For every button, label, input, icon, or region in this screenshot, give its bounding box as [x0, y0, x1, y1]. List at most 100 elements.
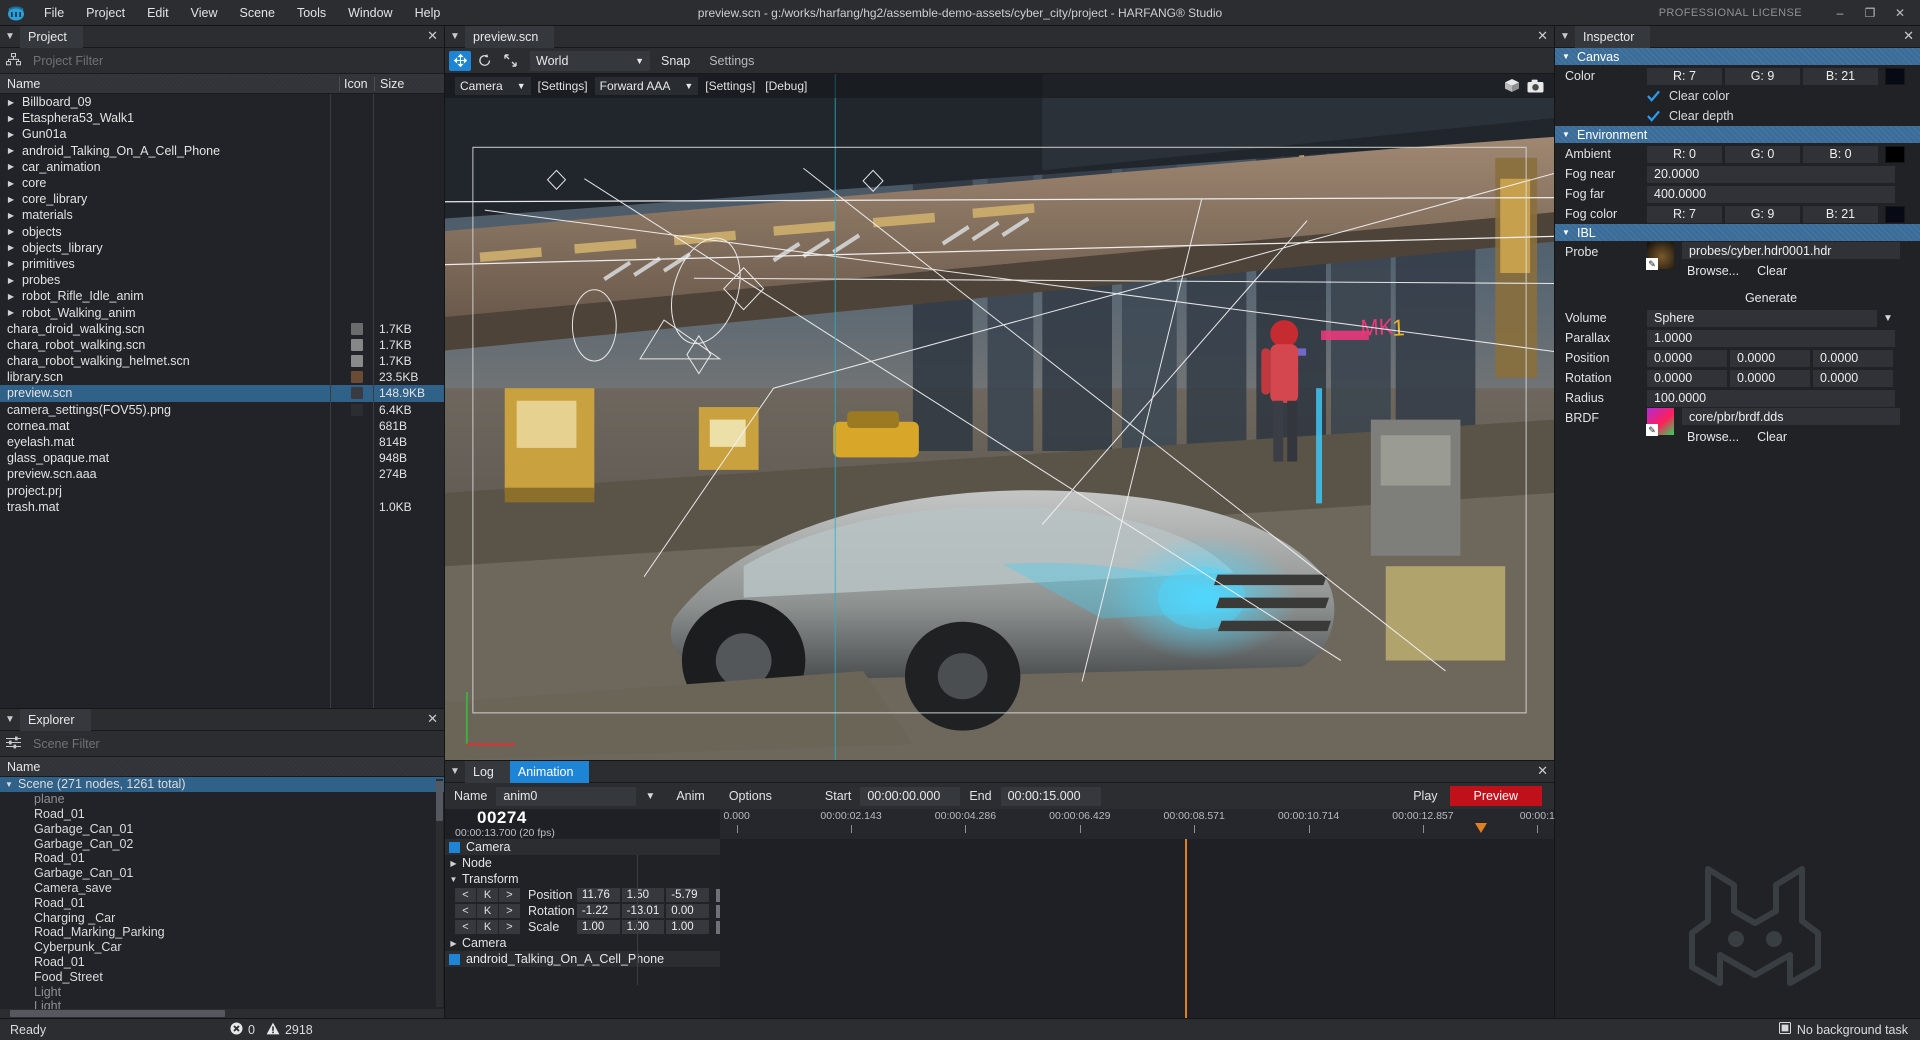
- explorer-node-row[interactable]: Camera_save: [0, 881, 444, 896]
- project-row[interactable]: ▶Gun01a: [0, 126, 444, 142]
- property-value-field[interactable]: 0.00: [666, 904, 709, 918]
- expand-arrow-icon[interactable]: ▶: [0, 98, 22, 107]
- property-value-field[interactable]: 1.00: [666, 920, 709, 934]
- explorer-node-row[interactable]: Road_Marking_Parking: [0, 925, 444, 940]
- animation-track-list[interactable]: Camera...x▶Node▼Transform<K>Position11.7…: [445, 839, 720, 1018]
- explorer-node-row[interactable]: Garbage_Can_01: [0, 866, 444, 881]
- checkbox-checked-icon[interactable]: [1647, 110, 1660, 123]
- color-channel-r-field[interactable]: R: 7: [1647, 206, 1722, 223]
- property-value-field[interactable]: -1.22: [577, 904, 620, 918]
- color-channel-b-field[interactable]: B: 21: [1803, 206, 1878, 223]
- project-row[interactable]: ▶objects: [0, 224, 444, 240]
- tab-preview-scn[interactable]: preview.scn: [465, 26, 554, 48]
- animation-property-row[interactable]: <K>Rotation-1.22-13.010.00: [445, 903, 720, 919]
- project-row[interactable]: trash.mat1.0KB: [0, 499, 444, 515]
- menu-file[interactable]: File: [33, 3, 75, 23]
- move-tool-icon[interactable]: [449, 51, 471, 71]
- collapse-arrow-icon[interactable]: ▼: [1555, 52, 1577, 61]
- panel-menu-icon[interactable]: ▼: [445, 766, 465, 777]
- filter-tree-icon[interactable]: [6, 53, 21, 69]
- property-value-field[interactable]: 20.0000: [1647, 166, 1895, 183]
- anim-menu-button[interactable]: Anim: [664, 786, 716, 806]
- viewport-close-icon[interactable]: ✕: [1537, 29, 1548, 43]
- property-value-field[interactable]: -5.79: [666, 888, 709, 902]
- keyframe-next-button[interactable]: >: [499, 904, 520, 918]
- panel-menu-icon[interactable]: ▼: [0, 31, 20, 42]
- preview-button[interactable]: Preview: [1450, 786, 1542, 806]
- explorer-node-row[interactable]: Charging _Car: [0, 910, 444, 925]
- maximize-button[interactable]: ❐: [1856, 2, 1884, 24]
- menu-project[interactable]: Project: [75, 3, 136, 23]
- explorer-node-row[interactable]: Road_01: [0, 895, 444, 910]
- panel-menu-icon[interactable]: ▼: [445, 31, 465, 42]
- keyframe-next-button[interactable]: >: [499, 920, 520, 934]
- menu-window[interactable]: Window: [337, 3, 403, 23]
- transform-space-select[interactable]: World ▼: [530, 51, 650, 71]
- project-row[interactable]: ▶materials: [0, 207, 444, 223]
- project-row[interactable]: glass_opaque.mat948B: [0, 450, 444, 466]
- filter-settings-icon[interactable]: [6, 736, 21, 752]
- color-swatch[interactable]: [1885, 146, 1905, 163]
- main-menu-bar[interactable]: File Project Edit View Scene Tools Windo…: [33, 3, 451, 23]
- color-channel-r-field[interactable]: R: 7: [1647, 68, 1722, 85]
- vector-component-field[interactable]: 0.0000: [1813, 350, 1893, 367]
- project-row[interactable]: camera_settings(FOV55).png6.4KB: [0, 402, 444, 418]
- collapse-arrow-icon[interactable]: ▼: [445, 875, 462, 884]
- project-row[interactable]: library.scn23.5KB: [0, 369, 444, 385]
- property-value-field[interactable]: 1.50: [622, 888, 665, 902]
- cube-icon[interactable]: [1503, 78, 1520, 93]
- inspector-content[interactable]: ▼CanvasColorR: 7G: 9B: 21Clear colorClea…: [1555, 48, 1920, 1018]
- expand-arrow-icon[interactable]: ▶: [0, 227, 22, 236]
- project-row[interactable]: chara_droid_walking.scn1.7KB: [0, 321, 444, 337]
- project-row[interactable]: preview.scn148.9KB: [0, 385, 444, 401]
- checkbox-label[interactable]: Clear depth: [1669, 109, 1734, 123]
- browse-button[interactable]: Browse...: [1687, 264, 1739, 278]
- project-row[interactable]: ▶Billboard_09: [0, 94, 444, 110]
- expand-arrow-icon[interactable]: ▶: [445, 939, 462, 948]
- property-value-field[interactable]: 400.0000: [1647, 186, 1895, 203]
- color-channel-b-field[interactable]: B: 21: [1803, 68, 1878, 85]
- panel-menu-icon[interactable]: ▼: [1555, 31, 1575, 42]
- explorer-node-row[interactable]: Cyberpunk_Car: [0, 940, 444, 955]
- project-row[interactable]: ▶core_library: [0, 191, 444, 207]
- vector-component-field[interactable]: 0.0000: [1730, 350, 1810, 367]
- vector-component-field[interactable]: 0.0000: [1647, 370, 1727, 387]
- project-row[interactable]: ▶robot_Rifle_Idle_anim: [0, 288, 444, 304]
- keyframe-key-button[interactable]: K: [477, 904, 498, 918]
- project-row[interactable]: ▶Etasphera53_Walk1: [0, 110, 444, 126]
- menu-help[interactable]: Help: [404, 3, 452, 23]
- explorer-node-row[interactable]: plane: [0, 792, 444, 807]
- vector-component-field[interactable]: 0.0000: [1647, 350, 1727, 367]
- color-channel-b-field[interactable]: B: 0: [1803, 146, 1878, 163]
- color-channel-g-field[interactable]: G: 9: [1725, 68, 1800, 85]
- explorer-scene-tree[interactable]: ▼Scene (271 nodes, 1261 total) planeRoad…: [0, 777, 444, 1009]
- camera-settings-link[interactable]: [Settings]: [535, 79, 591, 93]
- tab-log[interactable]: Log: [465, 761, 510, 783]
- explorer-node-row[interactable]: Road_01: [0, 851, 444, 866]
- explorer-node-row[interactable]: Light: [0, 999, 444, 1009]
- property-value-field[interactable]: 1.00: [577, 920, 620, 934]
- chevron-down-icon[interactable]: ▼: [1883, 313, 1893, 324]
- expand-arrow-icon[interactable]: ▶: [0, 162, 22, 171]
- property-value-field[interactable]: 1.00: [622, 920, 665, 934]
- color-channel-g-field[interactable]: G: 9: [1725, 206, 1800, 223]
- project-row[interactable]: ▶objects_library: [0, 240, 444, 256]
- checkbox-label[interactable]: Clear color: [1669, 89, 1729, 103]
- explorer-close-icon[interactable]: ✕: [427, 712, 438, 726]
- keyframe-prev-button[interactable]: <: [455, 888, 476, 902]
- project-row[interactable]: ▶primitives: [0, 256, 444, 272]
- viewport-3d[interactable]: MK 1: [445, 74, 1554, 760]
- inspector-section-header[interactable]: ▼IBL: [1555, 224, 1920, 241]
- expand-arrow-icon[interactable]: ▶: [445, 859, 462, 868]
- minimize-button[interactable]: –: [1826, 2, 1854, 24]
- collapse-arrow-icon[interactable]: ▼: [0, 780, 18, 789]
- expand-arrow-icon[interactable]: ▶: [0, 146, 22, 155]
- color-swatch[interactable]: [1885, 206, 1905, 223]
- renderer-select[interactable]: Forward AAA ▼: [595, 77, 699, 95]
- asset-path-field[interactable]: probes/cyber.hdr0001.hdr: [1682, 242, 1900, 259]
- expand-arrow-icon[interactable]: ▶: [0, 114, 22, 123]
- project-row[interactable]: ▶car_animation: [0, 159, 444, 175]
- checkbox-checked-icon[interactable]: [1647, 90, 1660, 103]
- project-row[interactable]: project.prj: [0, 483, 444, 499]
- animation-tracks[interactable]: Camera...x▶Node▼Transform<K>Position11.7…: [445, 839, 1554, 1018]
